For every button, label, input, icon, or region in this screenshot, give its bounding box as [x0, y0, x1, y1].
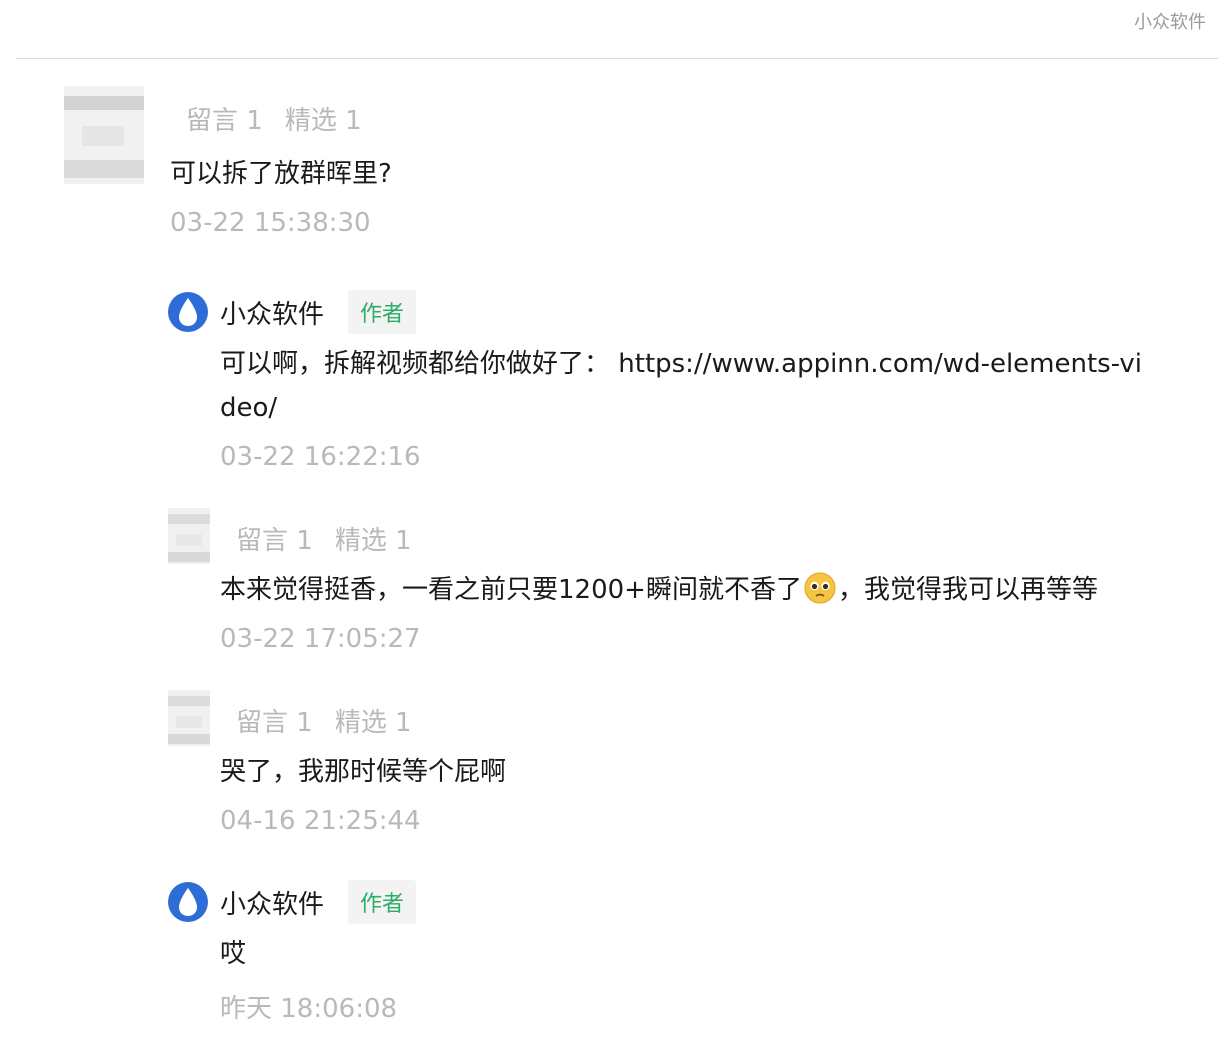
- author-name[interactable]: 小众软件: [220, 884, 324, 921]
- author-badge: 作者: [348, 290, 417, 334]
- author-row: 小众软件 作者: [168, 880, 417, 924]
- appinn-logo-icon[interactable]: [168, 292, 208, 332]
- avatar[interactable]: [168, 690, 210, 746]
- message-count: 留言 1: [236, 526, 313, 556]
- reply-text-line-1: 可以啊，拆解视频都给你做好了： https://www.appinn.com/w…: [220, 349, 1143, 379]
- featured-count: 精选 1: [334, 708, 412, 738]
- comment-meta: 留言 1 精选 1: [186, 100, 362, 137]
- comment-text: 可以拆了放群晖里?: [170, 159, 392, 189]
- comment-time: 03-22 17:05:27: [220, 624, 421, 654]
- reply-text: 哎: [220, 939, 247, 969]
- featured-count: 精选 1: [334, 526, 412, 556]
- comment-meta: 留言 1 精选 1: [236, 520, 412, 557]
- comment-meta: 留言 1 精选 1: [236, 702, 412, 739]
- author-row: 小众软件 作者: [168, 290, 417, 334]
- comment-text: 哭了，我那时候等个屁啊: [220, 757, 507, 787]
- message-count: 留言 1: [236, 708, 313, 738]
- comment-text-before: 本来觉得挺香，一看之前只要1200+瞬间就不香了: [220, 575, 802, 605]
- reply-time: 昨天 18:06:08: [220, 994, 398, 1024]
- top-divider: [16, 58, 1218, 59]
- watermark: 小众软件: [1134, 12, 1206, 33]
- reply-text: 可以啊，拆解视频都给你做好了： https://www.appinn.com/w…: [220, 342, 1200, 430]
- message-count: 留言 1: [186, 106, 263, 136]
- comment-time: 03-22 15:38:30: [170, 208, 371, 238]
- pleading-face-icon: [804, 572, 836, 604]
- reply-time: 03-22 16:22:16: [220, 442, 421, 472]
- author-name[interactable]: 小众软件: [220, 294, 324, 331]
- comment-text-after: ，我觉得我可以再等等: [837, 575, 1098, 605]
- reply-text-line-2: deo/: [220, 393, 278, 423]
- comment-time: 04-16 21:25:44: [220, 806, 421, 836]
- comment-text: 本来觉得挺香，一看之前只要1200+瞬间就不香了 ，我觉得我可以再等等: [220, 568, 1098, 612]
- appinn-logo-icon[interactable]: [168, 882, 208, 922]
- author-badge: 作者: [348, 880, 417, 924]
- avatar[interactable]: [64, 86, 144, 184]
- featured-count: 精选 1: [284, 106, 362, 136]
- avatar[interactable]: [168, 508, 210, 564]
